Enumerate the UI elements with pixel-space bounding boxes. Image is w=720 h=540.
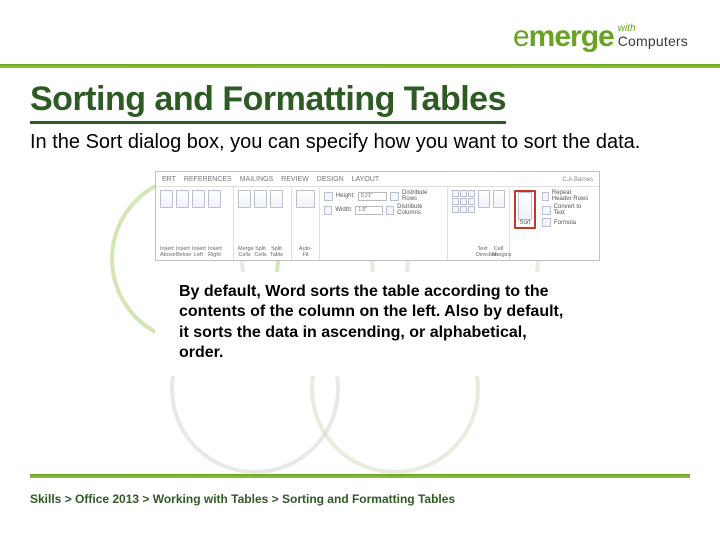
brand-logo: emerge with Computers (513, 22, 688, 52)
width-value: 1.5" (355, 206, 383, 215)
ribbon-group-cellsize: Height:0.21"Distribute Rows Width:1.5"Di… (320, 187, 448, 260)
split-table-icon (270, 190, 283, 208)
cell-margins-icon (493, 190, 505, 208)
formula-icon (542, 218, 551, 227)
ribbon-group-align: Text DirectionCell Margins (448, 187, 510, 260)
ribbon-signin: C.A.Barnes (562, 177, 593, 183)
sort-icon (518, 192, 532, 220)
ribbon-tab: ERT (162, 176, 176, 183)
insert-above-icon (160, 190, 173, 208)
intro-text: In the Sort dialog box, you can specify … (30, 130, 670, 155)
bottom-divider (30, 474, 690, 478)
ribbon-tab: REVIEW (281, 176, 309, 183)
word-ribbon-screenshot: ERT REFERENCES MAILINGS REVIEW DESIGN LA… (155, 171, 600, 261)
sort-button-highlight: Sort (514, 190, 536, 229)
page-title: Sorting and Formatting Tables (30, 80, 506, 124)
col-width-icon (324, 206, 332, 215)
alignment-grid-icon (452, 190, 475, 213)
height-value: 0.21" (358, 192, 387, 201)
logo-sub: Computers (618, 34, 688, 48)
ribbon-group-merge: Merge Cells Split Cells Split Table (234, 187, 292, 260)
ribbon-group-data: Sort Repeat Header Rows Convert to Text … (510, 187, 596, 260)
merge-cells-icon (238, 190, 251, 208)
repeat-header-icon (542, 192, 549, 201)
ribbon-group-autofit: Auto-Fit (292, 187, 320, 260)
text-direction-icon (478, 190, 490, 208)
split-cells-icon (254, 190, 267, 208)
ribbon-tab: LAYOUT (352, 176, 380, 183)
slide-content: Sorting and Formatting Tables In the Sor… (30, 80, 690, 462)
ribbon-tab: REFERENCES (184, 176, 232, 183)
convert-text-icon (542, 206, 551, 215)
explanation-box: By default, Word sorts the table accordi… (155, 272, 587, 376)
insert-right-icon (208, 190, 221, 208)
row-height-icon (324, 192, 333, 201)
insert-below-icon (176, 190, 189, 208)
ribbon-tabs: ERT REFERENCES MAILINGS REVIEW DESIGN LA… (162, 173, 593, 186)
ribbon-tab: DESIGN (317, 176, 344, 183)
dist-cols-icon (386, 206, 394, 215)
ribbon-group-rows: Insert Above Insert Below Insert Left In… (156, 187, 234, 260)
insert-left-icon (192, 190, 205, 208)
ribbon-tab: MAILINGS (240, 176, 273, 183)
dist-rows-icon (390, 192, 399, 201)
autofit-icon (296, 190, 315, 208)
breadcrumb: Skills > Office 2013 > Working with Tabl… (30, 492, 455, 506)
top-divider (0, 64, 720, 68)
logo-wordmark: emerge (513, 22, 614, 52)
